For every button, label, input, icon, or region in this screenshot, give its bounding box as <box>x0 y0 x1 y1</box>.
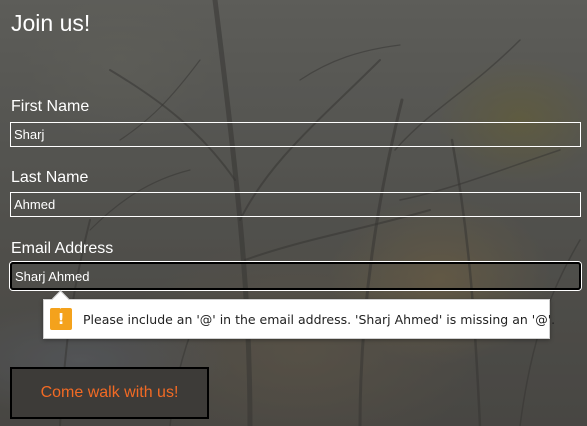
last-name-label: Last Name <box>11 169 89 186</box>
signup-form: Join us! First Name Last Name Email Addr… <box>0 0 587 426</box>
tooltip-arrow <box>51 290 70 309</box>
email-address-input[interactable] <box>10 262 581 290</box>
submit-button[interactable]: Come walk with us! <box>10 367 209 419</box>
last-name-input[interactable] <box>10 192 581 217</box>
validation-message: Please include an '@' in the email addre… <box>83 311 556 327</box>
page-title: Join us! <box>11 10 91 36</box>
first-name-input[interactable] <box>10 122 581 147</box>
validation-tooltip: ! Please include an '@' in the email add… <box>43 290 555 339</box>
warning-icon: ! <box>50 308 72 330</box>
email-address-label: Email Address <box>11 240 114 257</box>
first-name-label: First Name <box>11 98 90 115</box>
